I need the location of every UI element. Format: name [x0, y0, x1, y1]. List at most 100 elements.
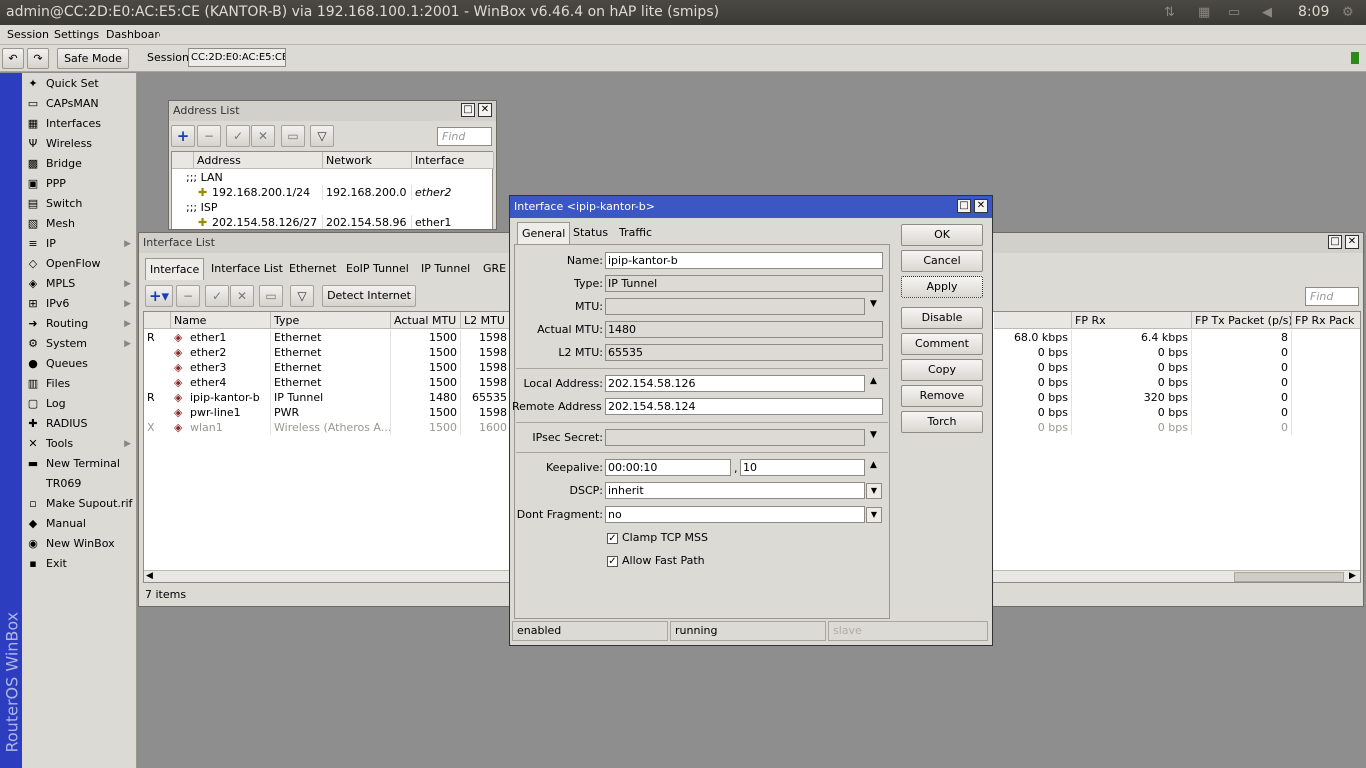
- enable-icon[interactable]: ✓: [205, 285, 229, 307]
- sidebar-item-files[interactable]: ▥ Files: [22, 374, 137, 394]
- tab-ip-tunnel[interactable]: IP Tunnel: [417, 258, 474, 280]
- header-fp-tx-packet[interactable]: FP Tx Packet (p/s): [1192, 312, 1292, 329]
- enable-icon[interactable]: ✓: [226, 125, 250, 147]
- ipsec-dropdown-icon[interactable]: ▼: [870, 430, 877, 440]
- session-field[interactable]: CC:2D:E0:AC:E5:CE: [188, 48, 286, 67]
- disable-button[interactable]: Disable: [901, 307, 983, 329]
- sidebar-item-wireless[interactable]: Ψ Wireless: [22, 134, 137, 154]
- dscp-dropdown-icon[interactable]: ▼: [866, 483, 882, 499]
- header-name[interactable]: Name: [171, 312, 271, 329]
- clamp-tcp-mss-checkbox[interactable]: ✓: [607, 533, 618, 544]
- maximize-icon[interactable]: □: [461, 103, 475, 117]
- safe-mode-button[interactable]: Safe Mode: [57, 48, 129, 69]
- ipsec-secret-input[interactable]: [605, 429, 865, 446]
- sidebar-item-queues[interactable]: ● Queues: [22, 354, 137, 374]
- sidebar-item-routing[interactable]: ➜ Routing ▶: [22, 314, 137, 334]
- tab-interface-list[interactable]: Interface List: [207, 258, 287, 280]
- sidebar-item-interfaces[interactable]: ▦ Interfaces: [22, 114, 137, 134]
- sidebar-item-capsman[interactable]: ▭ CAPsMAN: [22, 94, 137, 114]
- header-fp-rx-packet[interactable]: FP Rx Pack: [1292, 312, 1360, 329]
- menu-session[interactable]: Session: [7, 28, 49, 41]
- sidebar-item-manual[interactable]: ◆ Manual: [22, 514, 137, 534]
- remove-icon[interactable]: −: [197, 125, 221, 147]
- ok-button[interactable]: OK: [901, 224, 983, 246]
- table-row[interactable]: ✚ 192.168.200.1/24 192.168.200.0 ether2: [172, 185, 492, 200]
- mtu-input[interactable]: [605, 298, 865, 315]
- volume-icon[interactable]: ◀: [1262, 0, 1272, 25]
- sidebar-item-tr069[interactable]: TR069: [22, 474, 137, 494]
- comment-icon[interactable]: ▭: [281, 125, 305, 147]
- filter-icon[interactable]: ▽: [310, 125, 334, 147]
- comment-row[interactable]: ;;; ISP: [172, 200, 492, 215]
- mtu-dropdown-icon[interactable]: ▼: [870, 299, 877, 309]
- dscp-select[interactable]: inherit: [605, 482, 865, 499]
- local-address-input[interactable]: 202.154.58.126: [605, 375, 865, 392]
- dont-fragment-select[interactable]: no: [605, 506, 865, 523]
- sidebar-item-new-terminal[interactable]: ▬ New Terminal: [22, 454, 137, 474]
- close-icon[interactable]: ✕: [974, 199, 988, 213]
- sidebar-item-mesh[interactable]: ▧ Mesh: [22, 214, 137, 234]
- header-fp-rx[interactable]: FP Rx: [1072, 312, 1192, 329]
- apply-button[interactable]: Apply: [901, 276, 983, 298]
- disable-icon[interactable]: ✕: [230, 285, 254, 307]
- header-rate[interactable]: [994, 312, 1072, 329]
- sidebar-item-radius[interactable]: ✚ RADIUS: [22, 414, 137, 434]
- header-network[interactable]: Network: [323, 152, 412, 169]
- network-icon[interactable]: ⇅: [1164, 0, 1175, 25]
- settings-gear-icon[interactable]: ⚙: [1342, 0, 1354, 25]
- sidebar-item-log[interactable]: ▢ Log: [22, 394, 137, 414]
- battery-icon[interactable]: ▭: [1228, 0, 1240, 25]
- keepalive-retries-input[interactable]: 10: [740, 459, 865, 476]
- redo-button[interactable]: ↷: [27, 48, 49, 69]
- tab-status[interactable]: Status: [569, 222, 612, 244]
- remove-button[interactable]: Remove: [901, 385, 983, 407]
- tab-ethernet[interactable]: Ethernet: [285, 258, 340, 280]
- header-type[interactable]: Type: [271, 312, 391, 329]
- collapse-icon[interactable]: ▲: [870, 376, 877, 386]
- header-actual-mtu[interactable]: Actual MTU: [391, 312, 461, 329]
- menu-dashboard[interactable]: Dashboard: [106, 28, 160, 41]
- sidebar-item-bridge[interactable]: ▩ Bridge: [22, 154, 137, 174]
- maximize-icon[interactable]: □: [1328, 235, 1342, 249]
- keepalive-interval-input[interactable]: 00:00:10: [605, 459, 731, 476]
- menu-settings[interactable]: Settings: [54, 28, 99, 41]
- sidebar-item-switch[interactable]: ▤ Switch: [22, 194, 137, 214]
- sidebar-item-openflow[interactable]: ◇ OpenFlow: [22, 254, 137, 274]
- dont-fragment-dropdown-icon[interactable]: ▼: [866, 507, 882, 523]
- sidebar-item-tools[interactable]: ✕ Tools ▶: [22, 434, 137, 454]
- header-interface[interactable]: Interface: [412, 152, 494, 169]
- comment-icon[interactable]: ▭: [259, 285, 283, 307]
- table-row[interactable]: ✚ 202.154.58.126/27 202.154.58.96 ether1: [172, 215, 492, 229]
- torch-button[interactable]: Torch: [901, 411, 983, 433]
- add-dropdown-icon[interactable]: +▾: [145, 285, 173, 307]
- close-icon[interactable]: ✕: [1345, 235, 1359, 249]
- detect-internet-button[interactable]: Detect Internet: [322, 285, 416, 307]
- tab-interface[interactable]: Interface: [145, 258, 205, 280]
- keyboard-icon[interactable]: ▦: [1198, 0, 1210, 25]
- undo-button[interactable]: ↶: [2, 48, 24, 69]
- tab-traffic[interactable]: Traffic: [615, 222, 656, 244]
- comment-button[interactable]: Comment: [901, 333, 983, 355]
- comment-row[interactable]: ;;; LAN: [172, 170, 492, 185]
- maximize-icon[interactable]: □: [957, 199, 971, 213]
- address-find-input[interactable]: Find: [437, 127, 492, 146]
- sidebar-item-ipv6[interactable]: ⊞ IPv6 ▶: [22, 294, 137, 314]
- sidebar-item-ip[interactable]: ≡ IP ▶: [22, 234, 137, 254]
- copy-button[interactable]: Copy: [901, 359, 983, 381]
- sidebar-item-make-supout-rif[interactable]: ▫ Make Supout.rif: [22, 494, 137, 514]
- sidebar-item-exit[interactable]: ▪ Exit: [22, 554, 137, 574]
- sidebar-item-ppp[interactable]: ▣ PPP: [22, 174, 137, 194]
- remote-address-input[interactable]: 202.154.58.124: [605, 398, 883, 415]
- cancel-button[interactable]: Cancel: [901, 250, 983, 272]
- scroll-right-icon[interactable]: ▶: [1349, 571, 1356, 581]
- tab-general[interactable]: General: [517, 222, 571, 244]
- close-icon[interactable]: ✕: [478, 103, 492, 117]
- sidebar-item-mpls[interactable]: ◈ MPLS ▶: [22, 274, 137, 294]
- disable-icon[interactable]: ✕: [251, 125, 275, 147]
- add-icon[interactable]: +: [171, 125, 195, 147]
- tab-eoip-tunnel[interactable]: EoIP Tunnel: [342, 258, 413, 280]
- filter-icon[interactable]: ▽: [290, 285, 314, 307]
- sidebar-item-quick-set[interactable]: ✦ Quick Set: [22, 74, 137, 94]
- remove-icon[interactable]: −: [176, 285, 200, 307]
- scrollbar-thumb[interactable]: [1234, 572, 1344, 582]
